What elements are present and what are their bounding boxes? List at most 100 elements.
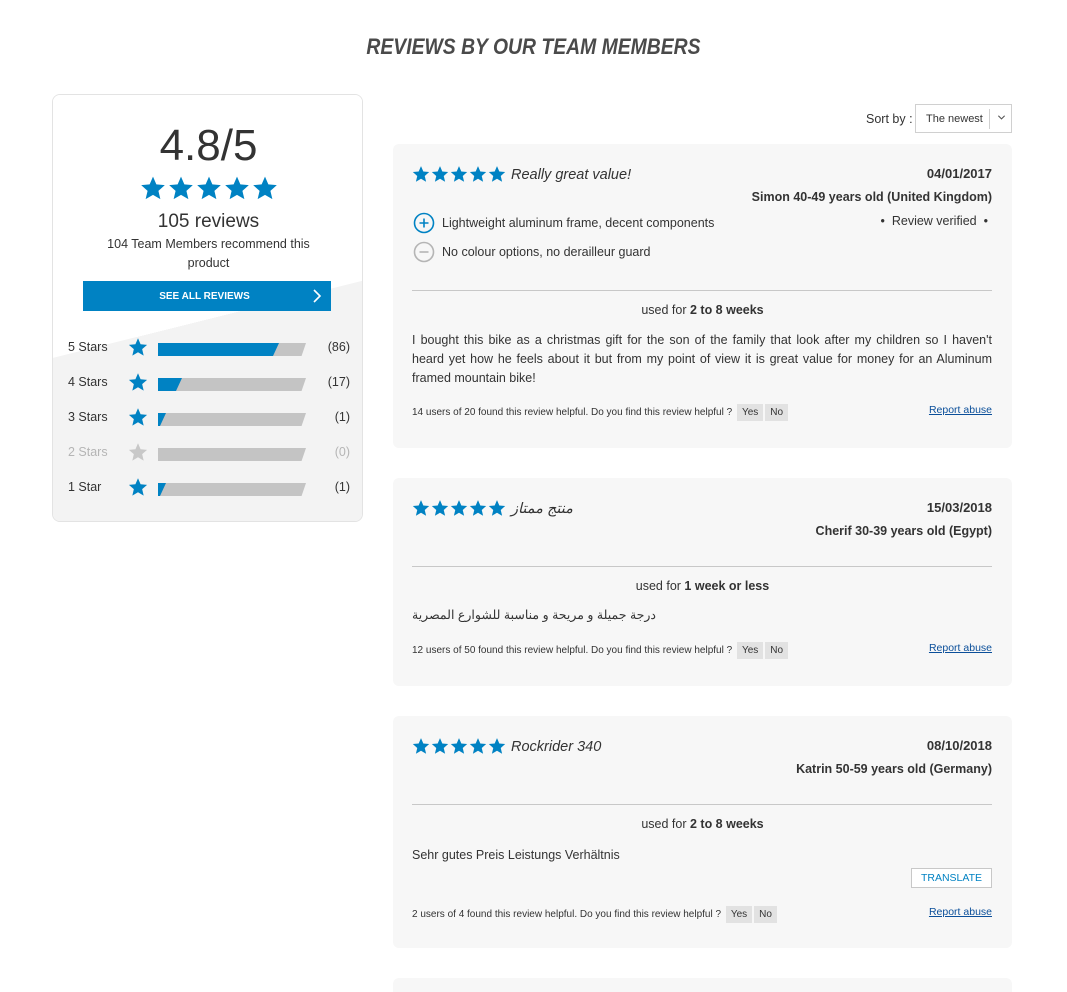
usage-prefix: used for: [641, 817, 690, 831]
star-icon-wrapper: [128, 337, 148, 357]
review-separator: [412, 290, 992, 291]
review-card: منتج ممتاز 15/03/2018 Cherif 30-39 years…: [393, 478, 1012, 686]
usage-prefix: used for: [635, 579, 685, 593]
rating-row-count: (1): [334, 480, 350, 494]
star-icon: [412, 738, 430, 754]
review-separator: [412, 804, 992, 805]
helpful-yes-button[interactable]: Yes: [736, 642, 764, 659]
review-body: درجة جميلة و مريحة و مناسبة للشوارع المص…: [412, 608, 656, 622]
helpful-text: 2 users of 4 found this review helpful. …: [412, 909, 722, 920]
review-stars: [412, 165, 507, 183]
star-icon: [469, 166, 487, 182]
review-title: Rockrider 340: [511, 739, 602, 755]
rating-row-count: (1): [334, 410, 350, 424]
rating-row-label: 1 Star: [68, 480, 102, 494]
review-body: Sehr gutes Preis Leistungs Verhältnis: [412, 848, 620, 862]
review-usage: used for 2 to 8 weeks: [393, 303, 1012, 317]
star-icon: [488, 738, 506, 754]
star-icon: [431, 500, 449, 516]
star-icon: [450, 738, 468, 754]
review-title: منتج ممتاز: [511, 501, 573, 517]
report-abuse-link[interactable]: Report abuse: [929, 642, 992, 654]
review-usage: used for 2 to 8 weeks: [393, 817, 1012, 831]
star-icon: [224, 176, 249, 200]
helpful-no-button[interactable]: No: [765, 642, 789, 659]
star-icon-wrapper: [128, 477, 148, 497]
rating-bar: [158, 343, 306, 356]
rating-distribution-row[interactable]: 5 Stars (86): [68, 337, 350, 357]
review-helpful: 2 users of 4 found this review helpful. …: [412, 906, 777, 923]
star-icon-wrapper: [128, 442, 148, 462]
star-icon: [128, 478, 148, 496]
star-icon: [431, 738, 449, 754]
sort-select[interactable]: The newest: [915, 104, 1012, 133]
star-icon: [431, 166, 449, 182]
helpful-yes-button[interactable]: Yes: [736, 404, 764, 421]
plus-circle-icon: [413, 212, 435, 234]
review-title: Really great value!: [511, 167, 632, 183]
review-pro-text: Lightweight aluminum frame, decent compo…: [442, 216, 715, 230]
sort-label: Sort by :: [866, 112, 913, 126]
rating-row-label: 2 Stars: [68, 445, 108, 459]
review-author: Simon 40-49 years old (United Kingdom): [751, 190, 992, 204]
star-icon: [128, 338, 148, 356]
review-stars: [412, 737, 507, 755]
sort-value: The newest: [926, 113, 983, 125]
chevron-down-icon: [997, 115, 1006, 120]
review-card: Really great value! 04/01/2017 Simon 40-…: [393, 144, 1012, 448]
rating-bar-fill: [158, 483, 166, 496]
see-all-reviews-button[interactable]: SEE ALL REVIEWS: [83, 281, 331, 311]
minus-circle-icon: [413, 241, 435, 263]
review-author: Katrin 50-59 years old (Germany): [796, 762, 992, 776]
rating-bar-fill: [158, 343, 279, 356]
rating-row-label: 3 Stars: [68, 410, 108, 424]
rating-row-label: 4 Stars: [68, 375, 108, 389]
review-body: I bought this bike as a christmas gift f…: [412, 333, 992, 385]
star-icon: [469, 738, 487, 754]
helpful-yes-button[interactable]: Yes: [725, 906, 753, 923]
star-icon: [252, 176, 277, 200]
chevron-right-icon: [313, 289, 322, 303]
review-card: [393, 978, 1012, 992]
star-icon: [140, 176, 165, 200]
star-icon: [469, 500, 487, 516]
rating-bar: [158, 448, 306, 461]
rating-distribution-row[interactable]: 4 Stars (17): [68, 372, 350, 392]
review-helpful: 14 users of 20 found this review helpful…: [412, 404, 789, 421]
star-icon: [196, 176, 221, 200]
star-icon: [488, 166, 506, 182]
review-verified-badge: Review verified: [880, 214, 988, 228]
rating-row-label: 5 Stars: [68, 340, 108, 354]
review-stars: [412, 499, 507, 517]
usage-prefix: used for: [641, 303, 690, 317]
rating-bar: [158, 483, 306, 496]
rating-distribution-row[interactable]: 3 Stars (1): [68, 407, 350, 427]
review-con-text: No colour options, no derailleur guard: [442, 245, 651, 259]
rating-summary-card: 4.8/5 105 reviews 104 Team Members recom…: [52, 94, 363, 522]
rating-distribution-row[interactable]: 2 Stars (0): [68, 442, 350, 462]
rating-row-count: (17): [327, 375, 350, 389]
usage-duration: 1 week or less: [684, 579, 770, 593]
report-abuse-link[interactable]: Report abuse: [929, 906, 992, 918]
review-usage: used for 1 week or less: [393, 579, 1012, 593]
usage-duration: 2 to 8 weeks: [689, 303, 764, 317]
star-icon: [168, 176, 193, 200]
usage-duration: 2 to 8 weeks: [689, 817, 764, 831]
star-icon: [128, 373, 148, 391]
review-date: 15/03/2018: [926, 500, 992, 515]
rating-row-count: (86): [327, 340, 350, 354]
review-date: 04/01/2017: [926, 166, 992, 181]
report-abuse-link[interactable]: Report abuse: [929, 404, 992, 416]
rating-bar: [158, 413, 306, 426]
review-card: Rockrider 340 08/10/2018 Katrin 50-59 ye…: [393, 716, 1012, 948]
star-icon: [128, 408, 148, 426]
rating-row-count: (0): [334, 445, 350, 459]
star-icon-wrapper: [128, 407, 148, 427]
helpful-no-button[interactable]: No: [765, 404, 789, 421]
recommend-text: 104 Team Members recommend this product: [107, 237, 310, 270]
rating-distribution-row[interactable]: 1 Star (1): [68, 477, 350, 497]
review-count: 105 reviews: [157, 211, 260, 232]
see-all-reviews-label: SEE ALL REVIEWS: [159, 290, 250, 302]
helpful-no-button[interactable]: No: [754, 906, 777, 923]
translate-button[interactable]: TRANSLATE: [911, 868, 992, 888]
